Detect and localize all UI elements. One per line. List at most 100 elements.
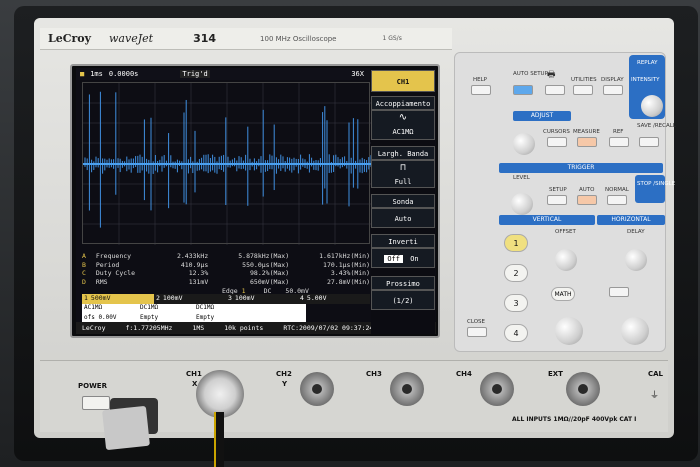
measurement-value: 131mV bbox=[188, 277, 209, 286]
device-description: 100 MHz Oscilloscope bbox=[260, 34, 337, 43]
ch2-button[interactable]: 2 bbox=[504, 264, 528, 282]
close-label: CLOSE bbox=[467, 319, 486, 325]
offset-label: OFFSET bbox=[555, 229, 576, 235]
control-panel: HELP AUTO SETUP 🖶 UTILITIES DISPLAY REPL… bbox=[454, 52, 676, 352]
measurement-name: RMS bbox=[95, 277, 108, 286]
ref-label: REF bbox=[613, 129, 624, 135]
adjust-header: ADJUST bbox=[513, 111, 571, 121]
print-button[interactable] bbox=[545, 85, 565, 95]
menu-invert-label: Inverti bbox=[371, 234, 435, 248]
auto-setup-label: AUTO SETUP bbox=[513, 71, 548, 77]
measurement-max: 98.2%(Max) bbox=[250, 269, 290, 277]
stop-single-button[interactable]: STOP /SINGLE bbox=[635, 175, 675, 203]
display-screen: ■ 1ms 0.0000s Trig'd 36X A Frequency 2.4… bbox=[76, 68, 436, 334]
channel-table-cell: AC1MΩ bbox=[84, 304, 103, 311]
delay-readout: 0.0000s bbox=[108, 70, 139, 78]
trigger-normal-button[interactable] bbox=[607, 195, 627, 205]
measurement-value: 12.3% bbox=[188, 269, 209, 277]
menu-channel[interactable]: CH1 bbox=[371, 70, 435, 92]
intensity-knob[interactable] bbox=[641, 95, 663, 117]
delay-knob[interactable] bbox=[625, 249, 647, 271]
channel-scale-cell[interactable]: 4 5.00V bbox=[298, 294, 370, 304]
measurement-min: 1.617kHz(Min) bbox=[319, 252, 371, 260]
stop-single-label: STOP /SINGLE bbox=[637, 181, 676, 187]
ch1-input-label: CH1 bbox=[186, 370, 202, 378]
invert-on: On bbox=[410, 255, 419, 263]
volts-div-knob[interactable] bbox=[555, 317, 583, 345]
channel-scale-cell[interactable]: 2 100mV bbox=[154, 294, 226, 304]
horizontal-setup-button[interactable] bbox=[609, 287, 629, 297]
ch1-probe-connector[interactable] bbox=[196, 370, 244, 418]
save-recall-button[interactable] bbox=[639, 137, 659, 147]
help-button[interactable] bbox=[471, 85, 491, 95]
channel-id: 3 bbox=[228, 294, 232, 302]
menu-invert-toggle[interactable]: Off On bbox=[371, 248, 435, 268]
ch3-bnc-connector[interactable] bbox=[390, 372, 424, 406]
delay-label: DELAY bbox=[627, 229, 645, 235]
time-div-knob[interactable] bbox=[621, 317, 649, 345]
status-bar: ■ 1ms 0.0000s Trig'd 36X bbox=[76, 68, 370, 80]
menu-probe-label: Sonda bbox=[371, 194, 435, 208]
measurement-min: 3.43%(Min) bbox=[330, 269, 371, 277]
printer-icon: 🖶 bbox=[547, 70, 556, 80]
ch4-bnc-connector[interactable] bbox=[480, 372, 514, 406]
ch3-input-label: CH3 bbox=[366, 370, 382, 378]
trigger-setup-button[interactable] bbox=[547, 195, 567, 205]
cursors-button[interactable] bbox=[547, 137, 567, 147]
menu-bw-option[interactable]: ⊓ Full bbox=[371, 160, 435, 188]
channel-scale: 500mV bbox=[90, 294, 111, 302]
menu-next-value[interactable]: (1/2) bbox=[371, 290, 435, 310]
footer-points: 10k points bbox=[224, 324, 264, 332]
display-button[interactable] bbox=[603, 85, 623, 95]
ext-bnc-connector[interactable] bbox=[566, 372, 600, 406]
trigger-level-readout: 36X bbox=[351, 70, 364, 78]
horizontal-header: HORIZONTAL bbox=[597, 215, 665, 225]
offset-knob[interactable] bbox=[555, 249, 577, 271]
trigger-auto-button[interactable] bbox=[577, 195, 597, 205]
footer-frequency: f:1.77205MHz bbox=[125, 324, 173, 332]
bandwidth-icon: ⊓ bbox=[400, 163, 406, 173]
menu-bw-label: Largh. Banda bbox=[371, 146, 435, 160]
measurement-id: D bbox=[82, 277, 86, 286]
menu-coupling-label: Accoppiamento bbox=[371, 96, 435, 110]
intensity-label: INTENSITY bbox=[631, 77, 660, 83]
menu-coupling-option[interactable]: ∿ AC1MΩ bbox=[371, 110, 435, 140]
channel-scale: 100mV bbox=[234, 294, 255, 302]
ref-button[interactable] bbox=[609, 137, 629, 147]
soft-menu: CH1 Accoppiamento ∿ AC1MΩ Largh. Banda ⊓… bbox=[371, 68, 435, 334]
ch1-button[interactable]: 1 bbox=[504, 234, 528, 252]
trigger-level-knob[interactable] bbox=[511, 193, 533, 215]
auto-setup-button[interactable] bbox=[513, 85, 533, 95]
measure-button[interactable] bbox=[577, 137, 597, 147]
measurement-row: D RMS 131mV 650mV(Max) 27.8mV(Min) bbox=[82, 278, 370, 287]
menu-coupling-value: AC1MΩ bbox=[392, 128, 414, 136]
close-button[interactable] bbox=[467, 327, 487, 337]
menu-bw-value: Full bbox=[394, 178, 412, 186]
measurement-id: C bbox=[82, 269, 86, 277]
utilities-button[interactable] bbox=[573, 85, 593, 95]
usb-drive-body bbox=[102, 405, 150, 451]
measurement-name: Period bbox=[95, 260, 120, 269]
ch3-button[interactable]: 3 bbox=[504, 294, 528, 312]
replay-label: REPLAY bbox=[637, 60, 658, 66]
ac-wave-icon: ∿ bbox=[398, 112, 408, 123]
channel-id: 2 bbox=[156, 294, 160, 302]
brand-strip: LeCroy waveJet 314 100 MHz Oscilloscope … bbox=[40, 28, 452, 50]
ch4-button[interactable]: 4 bbox=[504, 324, 528, 342]
save-recall-label: SAVE /RECALL bbox=[637, 123, 676, 129]
trigger-header: TRIGGER bbox=[499, 163, 663, 173]
measurement-value: 410.9µs bbox=[180, 260, 209, 269]
power-button[interactable] bbox=[82, 396, 110, 410]
brand-name: LeCroy bbox=[48, 32, 92, 45]
adjust-knob[interactable] bbox=[513, 133, 535, 155]
channel-scale-cell[interactable]: 3 100mV bbox=[226, 294, 298, 304]
channel-table-cell: DC1MΩ bbox=[196, 304, 215, 311]
invert-off: Off bbox=[384, 255, 403, 263]
ch2-bnc-connector[interactable] bbox=[300, 372, 334, 406]
measurement-id: B bbox=[82, 260, 86, 269]
oscilloscope-photo: LeCroy waveJet 314 100 MHz Oscilloscope … bbox=[0, 0, 700, 467]
channel-scale-cell[interactable]: 1 500mV bbox=[82, 294, 154, 304]
menu-probe-value[interactable]: Auto bbox=[371, 208, 435, 228]
ch2-input-label: CH2 bbox=[276, 370, 292, 378]
math-button[interactable]: MATH bbox=[551, 287, 575, 301]
